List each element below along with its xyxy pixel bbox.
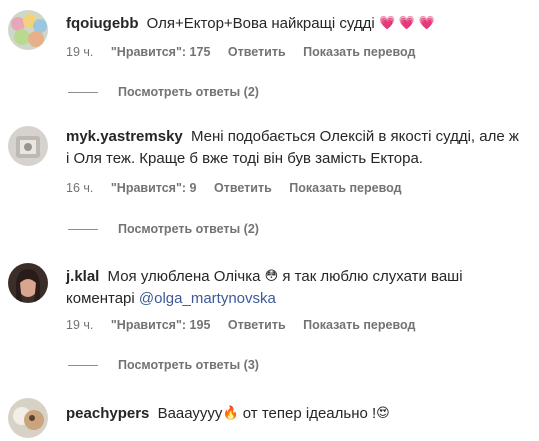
- comment-meta: 19 ч. "Нравится": 175 Ответить Показать …: [66, 45, 429, 59]
- replies-divider: [68, 229, 98, 231]
- translate-button[interactable]: Показать перевод: [289, 181, 401, 195]
- likes-count[interactable]: "Нравится": 9: [111, 181, 197, 195]
- username[interactable]: j.klal: [66, 268, 99, 285]
- fire-emoji: 🔥: [222, 405, 239, 420]
- comment-body: myk.yastremsky Мені подобається Олексій …: [66, 126, 519, 170]
- avatar[interactable]: [8, 126, 48, 166]
- avatar[interactable]: [8, 263, 48, 303]
- avatar[interactable]: [8, 10, 48, 50]
- username[interactable]: fqoiugebb: [66, 15, 138, 32]
- username[interactable]: peachypers: [66, 405, 149, 422]
- username[interactable]: myk.yastremsky: [66, 128, 183, 145]
- likes-count[interactable]: "Нравится": 195: [111, 318, 211, 332]
- comment-text: Оля+Ектор+Вова найкращі судді: [146, 15, 375, 32]
- comment-text-continued: от тепер ідеально !: [242, 405, 377, 422]
- comment-text: Моя улюблена Олічка: [107, 268, 261, 285]
- user-mention-link[interactable]: @olga_martynovska: [139, 290, 276, 307]
- translate-button[interactable]: Показать перевод: [303, 45, 415, 59]
- view-replies-label: Посмотреть ответы (2): [118, 85, 259, 99]
- view-replies-button[interactable]: Посмотреть ответы (3): [68, 358, 259, 372]
- comment-meta: 19 ч. "Нравится": 195 Ответить Показать …: [66, 318, 429, 332]
- comment-body: peachypers Вааауууу🔥 от тепер ідеально !…: [66, 402, 519, 425]
- hearts-emoji: 💗 💗 💗: [378, 15, 435, 30]
- timestamp: 16 ч.: [66, 181, 94, 195]
- comments-list: fqoiugebb Оля+Ектор+Вова найкращі судді …: [0, 0, 539, 441]
- reply-button[interactable]: Ответить: [228, 45, 286, 59]
- replies-divider: [68, 92, 98, 94]
- comment-text: Вааауууу: [157, 405, 223, 422]
- view-replies-button[interactable]: Посмотреть ответы (2): [68, 222, 259, 236]
- translate-button[interactable]: Показать перевод: [303, 318, 415, 332]
- likes-count[interactable]: "Нравится": 175: [111, 45, 211, 59]
- timestamp: 19 ч.: [66, 318, 94, 332]
- view-replies-button[interactable]: Посмотреть ответы (2): [68, 85, 259, 99]
- heart-eyes-emoji: 😍: [376, 405, 390, 420]
- flushed-emoji: 😳: [264, 268, 279, 283]
- view-replies-label: Посмотреть ответы (2): [118, 222, 259, 236]
- replies-divider: [68, 365, 98, 367]
- comment-body: j.klal Моя улюблена Олічка 😳 я так люблю…: [66, 265, 519, 310]
- comment-body: fqoiugebb Оля+Ектор+Вова найкращі судді …: [66, 12, 519, 35]
- comment-meta: 16 ч. "Нравится": 9 Ответить Показать пе…: [66, 181, 416, 195]
- timestamp: 19 ч.: [66, 45, 94, 59]
- reply-button[interactable]: Ответить: [214, 181, 272, 195]
- view-replies-label: Посмотреть ответы (3): [118, 358, 259, 372]
- reply-button[interactable]: Ответить: [228, 318, 286, 332]
- avatar[interactable]: [8, 398, 48, 438]
